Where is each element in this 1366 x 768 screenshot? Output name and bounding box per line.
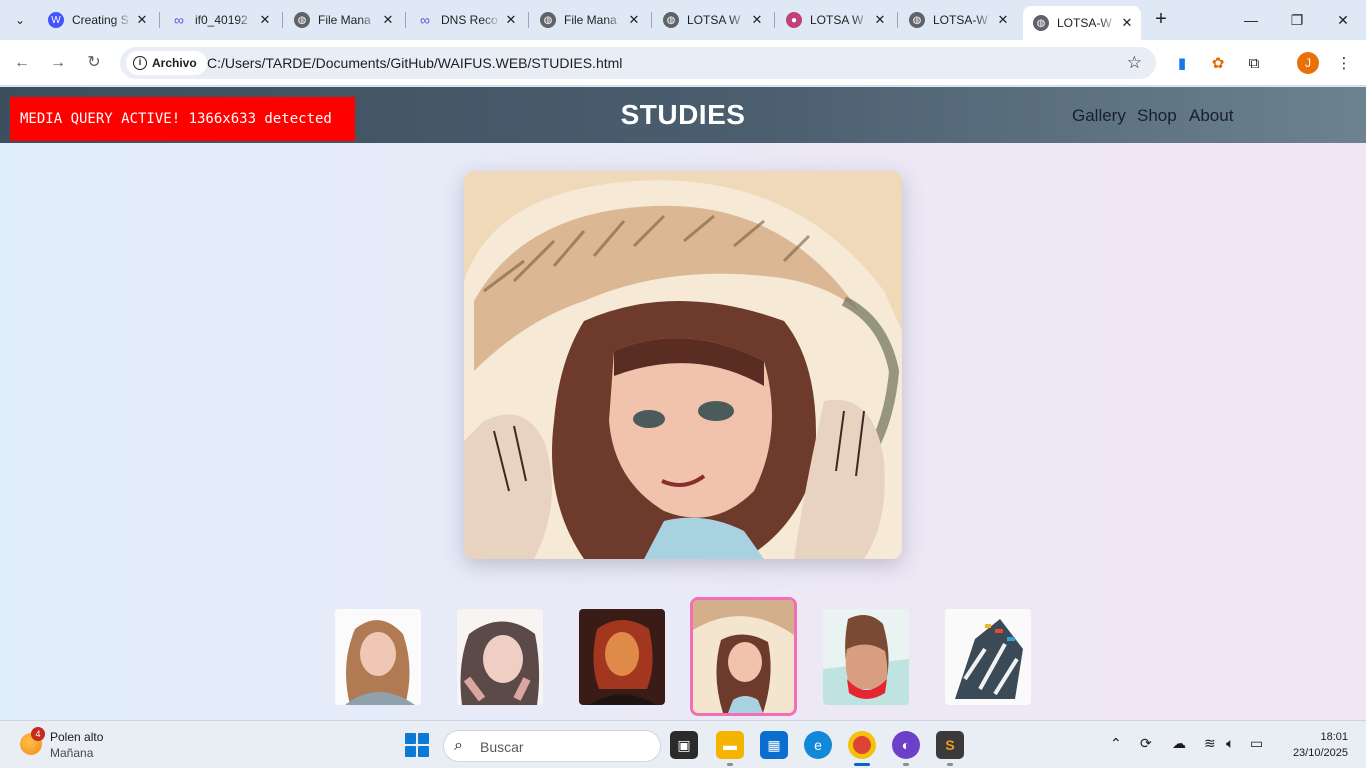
- extension-icon[interactable]: ▮: [1171, 52, 1193, 74]
- edge-icon[interactable]: e: [804, 731, 832, 759]
- tab-1[interactable]: W Creating S ✕: [38, 7, 156, 33]
- thumbnail-strip: [0, 597, 1366, 717]
- sublime-text-icon[interactable]: S: [936, 731, 964, 759]
- reload-button[interactable]: ↻: [82, 51, 106, 75]
- task-view-icon[interactable]: ▣: [670, 731, 698, 759]
- extension-icon[interactable]: ✿: [1207, 52, 1229, 74]
- browser-toolbar: ← → ↻ i Archivo C:/Users/TARDE/Documents…: [0, 40, 1366, 86]
- wifi-icon[interactable]: ≋: [1204, 735, 1216, 752]
- puzzle-icon[interactable]: ⧉: [1243, 52, 1265, 74]
- chevron-up-icon[interactable]: ⌃: [1110, 735, 1122, 752]
- sync-icon[interactable]: ⟳: [1140, 735, 1152, 752]
- battery-icon[interactable]: ▭: [1250, 735, 1263, 752]
- site-info-chip[interactable]: i Archivo: [126, 51, 207, 75]
- webflow-icon: W: [48, 12, 64, 28]
- search-placeholder: Buscar: [480, 739, 524, 755]
- thumbnail-3[interactable]: [579, 609, 665, 705]
- featured-image: [464, 171, 902, 559]
- infinity-icon: ∞: [420, 12, 430, 28]
- restore-button[interactable]: ❐: [1274, 0, 1320, 40]
- thumbnail-6[interactable]: [945, 609, 1031, 705]
- new-tab-button[interactable]: +: [1150, 8, 1172, 30]
- taskbar: 4 Polen alto Mañana ⌕ Buscar ▣ ▬ ▦ e ◐ S…: [0, 720, 1366, 768]
- weather-title[interactable]: Polen alto: [50, 730, 103, 744]
- tab-title: LOTSA W: [810, 13, 864, 27]
- close-window-button[interactable]: ✕: [1320, 0, 1366, 40]
- close-icon[interactable]: ✕: [872, 12, 888, 28]
- bookmark-star-icon[interactable]: ☆: [1127, 53, 1142, 73]
- site-info-label: Archivo: [152, 56, 197, 70]
- chrome-icon[interactable]: [848, 731, 876, 759]
- infinity-icon: ∞: [174, 12, 184, 28]
- tab-3[interactable]: ◍ File Mana ✕: [284, 7, 402, 33]
- tab-title: LOTSA W: [687, 13, 741, 27]
- tab-title: LOTSA-W: [933, 13, 988, 27]
- close-icon[interactable]: ✕: [749, 12, 765, 28]
- close-icon[interactable]: ✕: [626, 12, 642, 28]
- thumbnail-5[interactable]: [823, 609, 909, 705]
- nav-about-link[interactable]: About: [1189, 106, 1233, 126]
- clock-time: 18:01: [1320, 731, 1348, 743]
- thumbnail-4-selected[interactable]: [690, 597, 797, 716]
- tab-title: File Mana: [318, 13, 371, 27]
- tab-title: Creating S: [72, 13, 129, 27]
- thumbnail-2[interactable]: [457, 609, 543, 705]
- tab-5[interactable]: ◍ File Mana ✕: [530, 7, 648, 33]
- taskbar-search[interactable]: ⌕ Buscar: [443, 730, 661, 762]
- info-icon: i: [133, 56, 147, 70]
- tab-6[interactable]: ◍ LOTSA W ✕: [653, 7, 771, 33]
- clock[interactable]: 18:01 23/10/2025: [1293, 729, 1348, 761]
- profile-avatar[interactable]: J: [1297, 52, 1319, 74]
- close-icon[interactable]: ✕: [134, 12, 150, 28]
- site-header: MEDIA QUERY ACTIVE! 1366x633 detected ST…: [0, 87, 1366, 143]
- tab-strip: ⌄ W Creating S ✕ ∞ if0_40192 ✕ ◍ File Ma…: [0, 0, 1366, 40]
- clock-date: 23/10/2025: [1292, 747, 1348, 759]
- url-text[interactable]: C:/Users/TARDE/Documents/GitHub/WAIFUS.W…: [207, 47, 622, 79]
- avatar-icon: ●: [786, 12, 802, 28]
- page-viewport: MEDIA QUERY ACTIVE! 1366x633 detected ST…: [0, 87, 1366, 720]
- tab-title: DNS Reco: [441, 13, 498, 27]
- close-icon[interactable]: ✕: [257, 12, 273, 28]
- close-icon[interactable]: ✕: [503, 12, 519, 28]
- search-icon: ⌕: [454, 737, 463, 754]
- tab-title: LOTSA-W: [1057, 16, 1112, 30]
- globe-icon: ◍: [1033, 15, 1049, 31]
- github-desktop-icon[interactable]: ◐: [892, 731, 920, 759]
- weather-subtitle: Mañana: [50, 746, 94, 760]
- nav-shop-link[interactable]: Shop: [1137, 106, 1177, 126]
- tab-title: File Mana: [564, 13, 617, 27]
- thumbnail-1[interactable]: [335, 609, 421, 705]
- file-explorer-icon[interactable]: ▬: [716, 731, 744, 759]
- speaker-mute-icon[interactable]: 🔈︎: [1226, 735, 1234, 752]
- tab-title: if0_40192: [195, 13, 248, 27]
- close-icon[interactable]: ✕: [995, 12, 1011, 28]
- tab-4[interactable]: ∞ DNS Reco ✕: [407, 7, 525, 33]
- forward-button[interactable]: →: [46, 51, 70, 75]
- weather-badge: 4: [31, 727, 45, 741]
- globe-icon: ◍: [294, 12, 310, 28]
- address-bar[interactable]: i Archivo C:/Users/TARDE/Documents/GitHu…: [120, 47, 1156, 79]
- menu-kebab-icon[interactable]: ⋮: [1333, 52, 1355, 74]
- minimize-button[interactable]: ―: [1228, 0, 1274, 40]
- globe-icon: ◍: [663, 12, 679, 28]
- back-button[interactable]: ←: [10, 51, 34, 75]
- cloud-off-icon[interactable]: ☁: [1172, 735, 1186, 752]
- windows-start-icon[interactable]: [405, 733, 429, 757]
- tab-7[interactable]: ● LOTSA W ✕: [776, 7, 894, 33]
- microsoft-store-icon[interactable]: ▦: [760, 731, 788, 759]
- globe-icon: ◍: [540, 12, 556, 28]
- close-icon[interactable]: ✕: [1119, 15, 1135, 31]
- nav-gallery-link[interactable]: Gallery: [1072, 106, 1126, 126]
- globe-icon: ◍: [909, 12, 925, 28]
- tab-search-button[interactable]: ⌄: [8, 8, 32, 32]
- tab-8[interactable]: ◍ LOTSA-W ✕: [899, 7, 1017, 33]
- close-icon[interactable]: ✕: [380, 12, 396, 28]
- tab-2[interactable]: ∞ if0_40192 ✕: [161, 7, 279, 33]
- tab-9-active[interactable]: ◍ LOTSA-W ✕: [1023, 6, 1141, 40]
